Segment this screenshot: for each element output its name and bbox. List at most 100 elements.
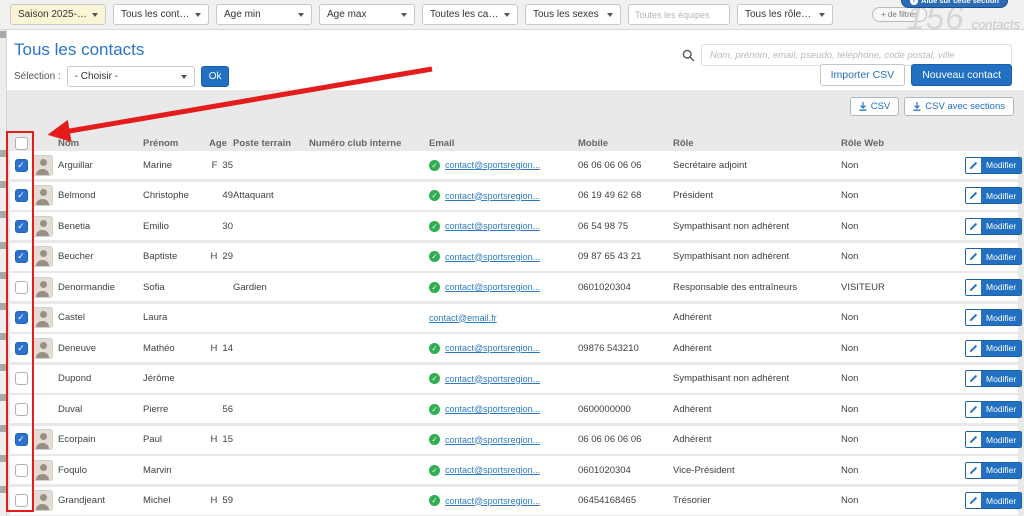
edit-button[interactable]: Modifier: [965, 431, 1022, 448]
cell-role: Sympathisant non adhérent: [669, 221, 835, 232]
email-link[interactable]: contact@sportsregion...: [445, 282, 540, 292]
email-link[interactable]: contact@sportsregion...: [445, 496, 540, 506]
edit-button[interactable]: Modifier: [965, 309, 1022, 326]
cell-email: ✓ contact@email.fr: [429, 313, 564, 323]
export-csv-sections-button[interactable]: CSV avec sections: [904, 97, 1014, 116]
edit-button[interactable]: Modifier: [965, 157, 1022, 174]
email-link[interactable]: contact@sportsregion...: [445, 221, 540, 231]
email-verified-icon: ✓: [429, 465, 440, 476]
categories-select[interactable]: Toutes les catégories ...: [422, 4, 518, 25]
cell-role: Vice-Président: [669, 465, 835, 476]
web-roles-select[interactable]: Tous les rôles web: [737, 4, 833, 25]
table-rows: ✓ Arguillar Marine F 35 ✓ contact@sports…: [0, 151, 1024, 516]
cell-role-web: Non: [835, 221, 965, 232]
email-link[interactable]: contact@sportsregion...: [445, 465, 540, 475]
select-all-checkbox[interactable]: [15, 137, 28, 150]
row-checkbox[interactable]: ✓: [15, 342, 28, 355]
email-link[interactable]: contact@sportsregion...: [445, 374, 540, 384]
edit-button-label: Modifier: [981, 249, 1021, 264]
edit-button[interactable]: Modifier: [965, 248, 1022, 265]
cell-role: Adhérent: [669, 404, 835, 415]
sexes-select[interactable]: Tous les sexes: [525, 4, 621, 25]
cell-mobile: 06 19 49 62 68: [564, 190, 669, 201]
edit-button[interactable]: Modifier: [965, 462, 1022, 479]
help-section-button[interactable]: i Aide sur cette section: [901, 0, 1008, 8]
sexes-value: Tous les sexes: [533, 9, 599, 20]
cell-role: Sympathisant non adhérent: [669, 251, 835, 262]
table-row: ✓ Arguillar Marine F 35 ✓ contact@sports…: [10, 151, 1018, 179]
row-checkbox[interactable]: ✓: [15, 433, 28, 446]
edit-button[interactable]: Modifier: [965, 370, 1022, 387]
avatar: [32, 246, 53, 267]
cell-mobile: 06 06 06 06 06: [564, 160, 669, 171]
export-csv-sections-label: CSV avec sections: [925, 101, 1005, 112]
age-max-select[interactable]: Age max: [319, 4, 415, 25]
edit-button[interactable]: Modifier: [965, 187, 1022, 204]
row-checkbox[interactable]: ✓: [15, 250, 28, 263]
teams-input[interactable]: [628, 4, 730, 25]
table-row: ✓ Castel Laura ✓ contact@email.fr Adhére…: [10, 304, 1018, 332]
cell-role-web: Non: [835, 495, 965, 506]
row-checkbox[interactable]: [15, 494, 28, 507]
edit-button-label: Modifier: [981, 310, 1021, 325]
cell-nom: Ecorpain: [58, 434, 143, 445]
cell-role: Président: [669, 190, 835, 201]
cell-age: H 15: [201, 434, 233, 445]
row-checkbox[interactable]: [15, 281, 28, 294]
cell-role: Adhérent: [669, 312, 835, 323]
chevron-down-icon: [607, 13, 613, 17]
row-checkbox[interactable]: [15, 464, 28, 477]
cell-nom: Arguillar: [58, 160, 143, 171]
cell-nom: Dupond: [58, 373, 143, 384]
row-checkbox[interactable]: [15, 372, 28, 385]
cell-email: ✓ contact@sportsregion...: [429, 160, 564, 171]
row-checkbox[interactable]: [15, 403, 28, 416]
avatar: [32, 185, 53, 206]
ok-button[interactable]: Ok: [201, 66, 230, 87]
export-csv-button[interactable]: CSV: [850, 97, 900, 116]
email-link[interactable]: contact@sportsregion...: [445, 404, 540, 414]
edit-button[interactable]: Modifier: [965, 340, 1022, 357]
cell-gender: H: [209, 343, 217, 354]
edit-button[interactable]: Modifier: [965, 218, 1022, 235]
cell-role: Adhérent: [669, 434, 835, 445]
row-checkbox[interactable]: ✓: [15, 311, 28, 324]
gutter-notch: [0, 486, 6, 493]
edit-button[interactable]: Modifier: [965, 279, 1022, 296]
selection-select[interactable]: - Choisir -: [67, 66, 195, 87]
search-input[interactable]: [701, 44, 1012, 66]
edit-button-label: Modifier: [981, 493, 1021, 508]
col-header-mobile: Mobile: [564, 138, 669, 149]
cell-mobile: 0600000000: [564, 404, 669, 415]
email-link[interactable]: contact@sportsregion...: [445, 435, 540, 445]
cell-email: ✓ contact@sportsregion...: [429, 373, 564, 384]
chevron-down-icon: [195, 13, 201, 17]
pencil-icon: [966, 463, 981, 478]
pencil-icon: [966, 219, 981, 234]
edit-button[interactable]: Modifier: [965, 492, 1022, 509]
age-min-select[interactable]: Age min: [216, 4, 312, 25]
contacts-filter-select[interactable]: Tous les contacts: [113, 4, 209, 25]
email-verified-icon: ✓: [429, 434, 440, 445]
email-link[interactable]: contact@sportsregion...: [445, 343, 540, 353]
edit-button-label: Modifier: [981, 432, 1021, 447]
page-title: Tous les contacts: [14, 40, 144, 60]
pencil-icon: [966, 341, 981, 356]
cell-nom: Denormandie: [58, 282, 143, 293]
email-link[interactable]: contact@sportsregion...: [445, 252, 540, 262]
pencil-icon: [966, 493, 981, 508]
season-select[interactable]: Saison 2025-2026: [10, 4, 106, 25]
edit-button-label: Modifier: [981, 219, 1021, 234]
email-link[interactable]: contact@sportsregion...: [445, 160, 540, 170]
table-row: ✓ Belmond Christophe 49 Attaquant ✓ cont…: [10, 182, 1018, 210]
cell-nom: Deneuve: [58, 343, 143, 354]
email-link[interactable]: contact@sportsregion...: [445, 191, 540, 201]
import-csv-button[interactable]: Importer CSV: [820, 64, 906, 86]
edit-button[interactable]: Modifier: [965, 401, 1022, 418]
email-link[interactable]: contact@email.fr: [429, 313, 497, 323]
row-checkbox[interactable]: ✓: [15, 189, 28, 202]
row-checkbox[interactable]: ✓: [15, 159, 28, 172]
cell-prenom: Marine: [143, 160, 201, 171]
row-checkbox[interactable]: ✓: [15, 220, 28, 233]
new-contact-button[interactable]: Nouveau contact: [911, 64, 1012, 86]
